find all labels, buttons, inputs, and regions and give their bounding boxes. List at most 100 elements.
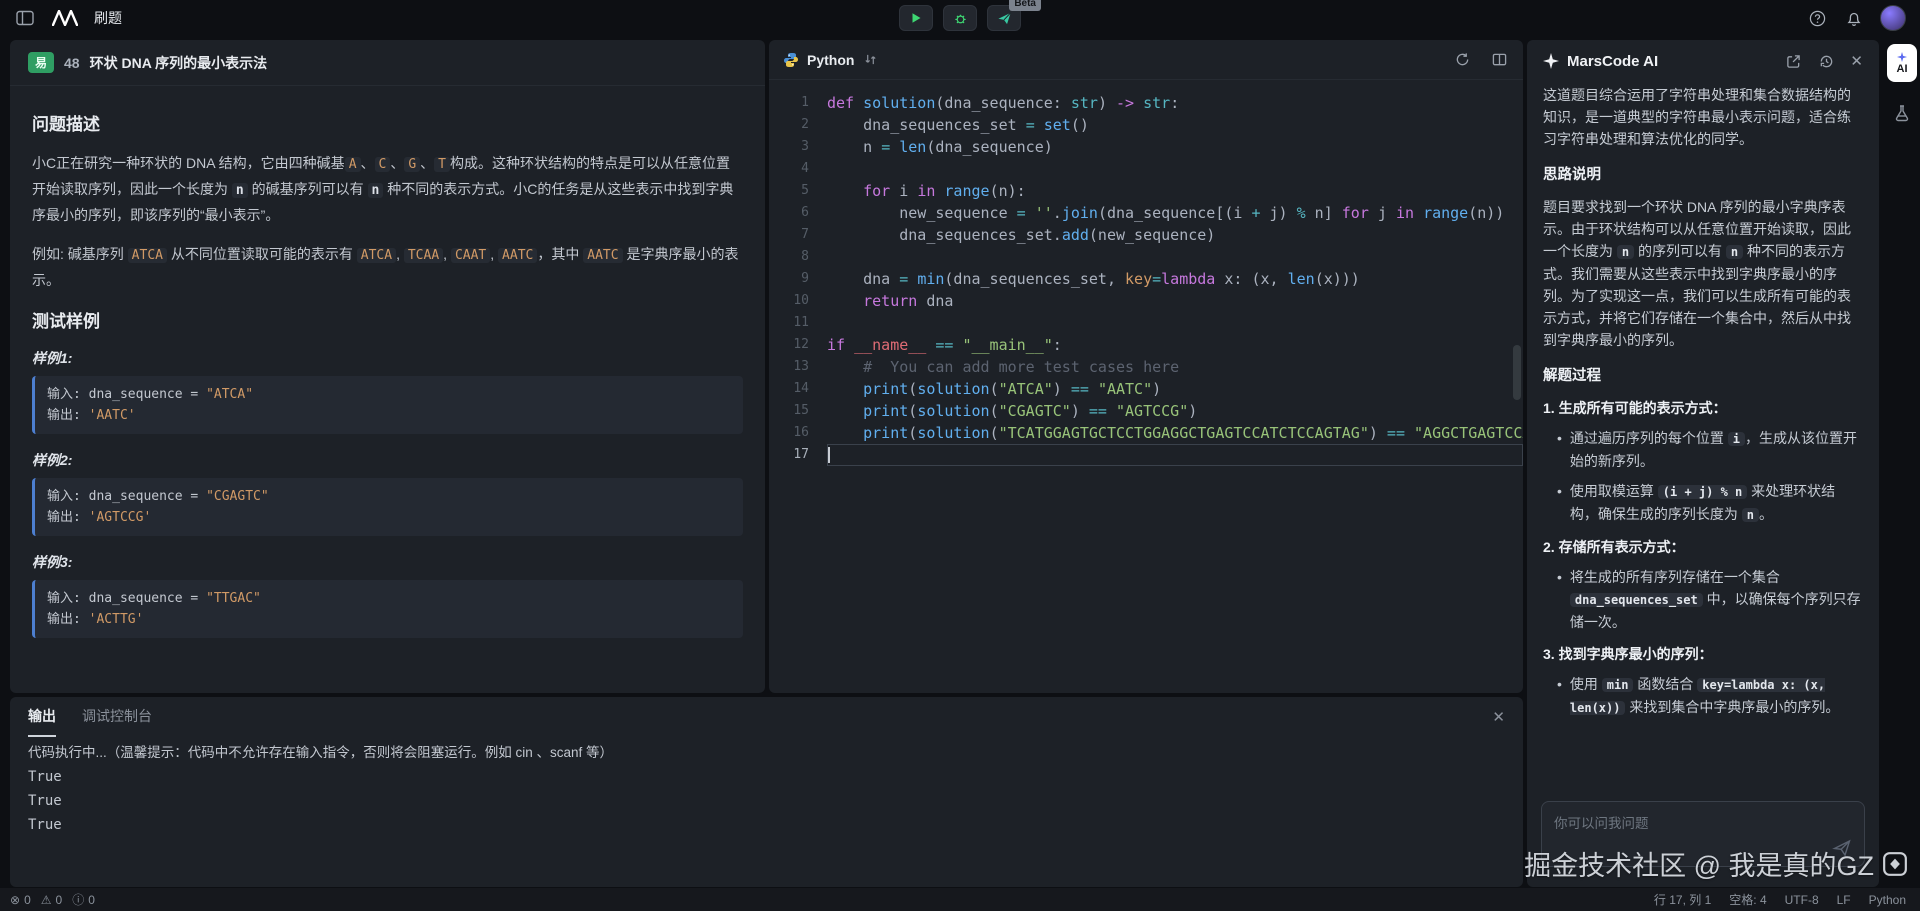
code-line[interactable]: 2 dna_sequences_set = set() (769, 114, 1523, 136)
code-line[interactable]: 12if __name__ == "__main__": (769, 334, 1523, 356)
ai-bullet-item: •使用取模运算 (i + j) % n 来处理环状结构，确保生成的序列长度为 n… (1557, 480, 1863, 526)
line-number: 5 (769, 180, 827, 202)
history-icon[interactable] (1817, 52, 1836, 71)
language-mode[interactable]: Python (1869, 893, 1906, 907)
ai-panel: MarsCode AI ✕ 这道题目综合运用了字符串处理和集合数据结构的知识，是… (1527, 40, 1879, 887)
code-line[interactable]: 4 (769, 158, 1523, 180)
sample-label: 样例1: (32, 348, 743, 368)
export-icon[interactable] (1784, 52, 1803, 71)
editor-scrollbar[interactable] (1513, 345, 1521, 400)
ai-step-heading: 3. 找到字典序最小的序列： (1543, 643, 1863, 665)
ai-close-icon[interactable]: ✕ (1850, 52, 1863, 70)
code-line[interactable]: 9 dna = min(dna_sequences_set, key=lambd… (769, 268, 1523, 290)
app-title: 刷题 (94, 8, 122, 28)
code-line[interactable]: 5 for i in range(n): (769, 180, 1523, 202)
line-number: 8 (769, 246, 827, 268)
code-line[interactable]: 11 (769, 312, 1523, 334)
console-panel: 输出调试控制台 ✕ 代码执行中...（温馨提示：代码中不允许存在输入指令，否则将… (10, 697, 1523, 887)
code-line[interactable]: 17 (769, 444, 1523, 466)
warning-icon: ⚠ (41, 893, 52, 907)
console-close-icon[interactable]: ✕ (1492, 708, 1505, 726)
ai-heading: 思路说明 (1543, 164, 1863, 186)
line-number: 11 (769, 312, 827, 334)
text-cursor (828, 447, 830, 463)
description-paragraph: 例如: 碱基序列 ATCA 从不同位置读取可能的表示有 ATCA, TCAA, … (32, 242, 743, 293)
watermark: 掘金技术社区 @ 我是真的GZ (1524, 844, 1908, 883)
indentation[interactable]: 空格: 4 (1729, 891, 1766, 908)
line-number: 12 (769, 334, 827, 356)
editor-lines: 1def solution(dna_sequence: str) -> str:… (769, 92, 1523, 466)
debug-button[interactable] (943, 5, 977, 31)
console-tab[interactable]: 输出 (28, 697, 56, 737)
sparkle-icon (1543, 53, 1559, 69)
ai-sidebar-button[interactable]: AI (1887, 44, 1917, 82)
description-heading: 问题描述 (32, 110, 743, 135)
language-switch-icon[interactable] (862, 51, 879, 68)
run-button[interactable] (899, 5, 933, 31)
statusbar: ⊗0 ⚠0 ⓘ0 行 17, 列 1 空格: 4 UTF-8 LF Python (0, 888, 1920, 911)
problem-description: 小C正在研究一种环状的 DNA 结构，它由四种碱基A、C、G、T构成。这种环状结… (32, 151, 743, 293)
line-number: 4 (769, 158, 827, 180)
encoding[interactable]: UTF-8 (1785, 893, 1819, 907)
cursor-position[interactable]: 行 17, 列 1 (1654, 891, 1711, 908)
code-line[interactable]: 7 dna_sequences_set.add(new_sequence) (769, 224, 1523, 246)
statusbar-problems[interactable]: ⊗0 ⚠0 ⓘ0 (10, 891, 95, 908)
code-editor[interactable]: 1def solution(dna_sequence: str) -> str:… (769, 80, 1523, 692)
sample-box: 输入: dna_sequence = "ATCA"输出: 'AATC' (32, 376, 743, 434)
ai-heading: 解题过程 (1543, 365, 1863, 387)
code-line[interactable]: 1def solution(dna_sequence: str) -> str: (769, 92, 1523, 114)
ai-content: 这道题目综合运用了字符串处理和集合数据结构的知识，是一道典型的字符串最小表示问题… (1527, 82, 1879, 742)
split-view-icon[interactable] (1490, 50, 1509, 69)
code-line[interactable]: 13 # You can add more test cases here (769, 356, 1523, 378)
topbar: 刷题 Beta (0, 0, 1920, 36)
line-number: 7 (769, 224, 827, 246)
console-hint: 代码执行中...（温馨提示：代码中不允许存在输入指令，否则将会阻塞运行。例如 c… (28, 741, 1505, 765)
watermark-text: 掘金技术社区 @ 我是真的GZ (1524, 844, 1874, 883)
error-counter[interactable]: ⊗0 (10, 893, 31, 907)
info-counter[interactable]: ⓘ0 (72, 891, 95, 908)
sidebar-toggle-icon[interactable] (14, 8, 36, 28)
problem-title: 环状 DNA 序列的最小表示法 (90, 53, 268, 73)
console-tab[interactable]: 调试控制台 (82, 697, 152, 737)
problem-header: 易 48 环状 DNA 序列的最小表示法 (10, 40, 765, 86)
avatar[interactable] (1880, 5, 1906, 31)
line-number: 2 (769, 114, 827, 136)
code-line[interactable]: 10 return dna (769, 290, 1523, 312)
code-line[interactable]: 15 print(solution("CGAGTC") == "AGTCCG") (769, 400, 1523, 422)
console-output-line: True (28, 789, 1505, 813)
ai-paragraph: 这道题目综合运用了字符串处理和集合数据结构的知识，是一道典型的字符串最小表示问题… (1543, 84, 1863, 150)
juejin-logo-icon (1882, 851, 1908, 877)
sample-label: 样例3: (32, 552, 743, 572)
language-tab[interactable]: Python (807, 52, 854, 68)
experiment-icon[interactable] (1891, 102, 1913, 124)
console-output-line: True (28, 813, 1505, 837)
ai-step-heading: 1. 生成所有可能的表示方式： (1543, 397, 1863, 419)
sample-box: 输入: dna_sequence = "TTGAC"输出: 'ACTTG' (32, 580, 743, 638)
marscode-logo-icon[interactable] (50, 8, 80, 28)
line-number: 6 (769, 202, 827, 224)
reset-code-icon[interactable] (1453, 50, 1472, 69)
code-line[interactable]: 16 print(solution("TCATGGAGTGCTCCTGGAGGC… (769, 422, 1523, 444)
line-number: 15 (769, 400, 827, 422)
code-line[interactable]: 3 n = len(dna_sequence) (769, 136, 1523, 158)
notifications-icon[interactable] (1844, 8, 1864, 29)
problem-panel: 易 48 环状 DNA 序列的最小表示法 问题描述 小C正在研究一种环状的 DN… (10, 40, 765, 693)
warning-counter[interactable]: ⚠0 (41, 893, 62, 907)
console-tabs: 输出调试控制台 (28, 697, 152, 737)
eol[interactable]: LF (1837, 893, 1851, 907)
editor-tabbar: Python (769, 40, 1523, 80)
samples-list: 样例1: 输入: dna_sequence = "ATCA"输出: 'AATC' 样… (32, 348, 743, 638)
code-line[interactable]: 8 (769, 246, 1523, 268)
line-number: 13 (769, 356, 827, 378)
line-number: 17 (769, 444, 827, 466)
help-icon[interactable] (1807, 8, 1828, 29)
ai-title: MarsCode AI (1567, 53, 1658, 70)
ai-sidebar-label: AI (1897, 63, 1908, 75)
console-output-lines: TrueTrueTrue (28, 765, 1505, 837)
code-line[interactable]: 14 print(solution("ATCA") == "AATC") (769, 378, 1523, 400)
code-line[interactable]: 6 new_sequence = ''.join(dna_sequence[(i… (769, 202, 1523, 224)
sample-label: 样例2: (32, 450, 743, 470)
python-icon (783, 52, 799, 68)
line-number: 3 (769, 136, 827, 158)
ai-step-heading: 2. 存储所有表示方式： (1543, 536, 1863, 558)
